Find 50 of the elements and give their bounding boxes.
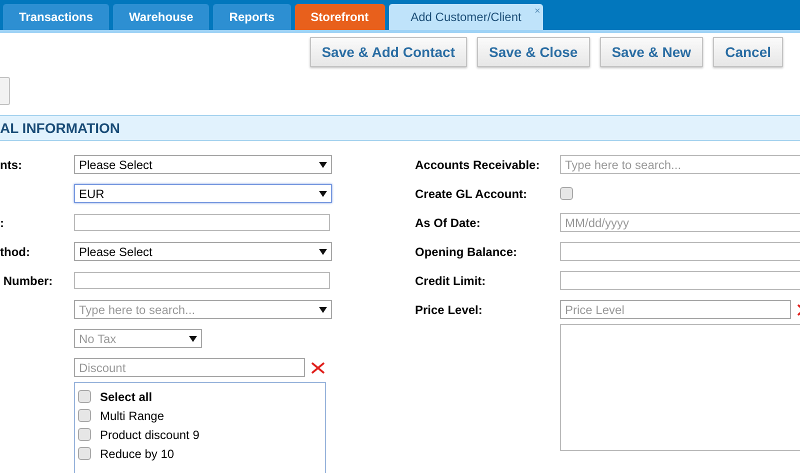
input-field[interactable]: Type here to search...: [560, 155, 800, 174]
field-label: Price Level:: [415, 302, 482, 316]
field-label: thod:: [0, 244, 30, 258]
field-label: As Of Date:: [415, 216, 480, 230]
checkbox[interactable]: [78, 390, 91, 403]
option-label: Multi Range: [100, 408, 164, 424]
action-button[interactable]: Save & New: [600, 37, 704, 67]
tab[interactable]: Warehouse: [113, 4, 210, 30]
dropdown[interactable]: EUR: [74, 184, 332, 203]
caret-icon: [189, 336, 197, 342]
caret-icon: [319, 162, 327, 168]
tab[interactable]: Add Customer/Client ×: [388, 4, 544, 30]
input-field[interactable]: MM/dd/yyyy: [560, 213, 800, 232]
search-dropdown[interactable]: Type here to search...: [74, 300, 332, 319]
option-label: Reduce by 10: [100, 446, 174, 462]
discount-field[interactable]: Discount: [74, 358, 305, 377]
field-label: Create GL Account:: [415, 186, 528, 200]
field-label: :: [0, 216, 4, 230]
field-label: Accounts Receivable:: [415, 158, 540, 172]
close-button[interactable]: ×: [534, 4, 540, 19]
checkbox[interactable]: [78, 409, 91, 422]
tab[interactable]: Reports: [213, 4, 291, 30]
field-label: Credit Limit:: [415, 274, 486, 288]
dropdown[interactable]: Please Select: [74, 155, 332, 174]
tab[interactable]: Transactions: [3, 4, 110, 30]
field-label: Number:: [2, 274, 53, 288]
tax-dropdown[interactable]: No Tax: [74, 329, 202, 348]
dropdown[interactable]: Please Select: [74, 242, 332, 261]
section-title: AL INFORMATION: [0, 118, 120, 138]
checkbox[interactable]: [78, 447, 91, 460]
caret-icon: [319, 248, 327, 254]
back-button[interactable]: [0, 77, 10, 105]
input-field[interactable]: [74, 214, 330, 231]
tab[interactable]: Storefront: [294, 4, 385, 30]
input-field[interactable]: [560, 242, 800, 261]
price-level-field[interactable]: Price Level: [560, 300, 791, 319]
clear-icon[interactable]: [311, 362, 325, 374]
caret-icon: [319, 306, 327, 312]
action-button[interactable]: Cancel: [713, 37, 783, 67]
field-label: Opening Balance:: [415, 244, 518, 258]
field-label: nts:: [0, 158, 22, 172]
checkbox[interactable]: [78, 428, 91, 441]
caret-icon: [319, 190, 327, 196]
checkbox[interactable]: [560, 187, 573, 200]
input-field[interactable]: [560, 271, 800, 290]
action-button[interactable]: Save & Close: [476, 37, 590, 67]
input-field[interactable]: [74, 272, 330, 289]
option-label: Select all: [100, 388, 152, 406]
option-label: Product discount 9: [100, 426, 200, 444]
action-button[interactable]: Save & Add Contact: [310, 37, 467, 67]
